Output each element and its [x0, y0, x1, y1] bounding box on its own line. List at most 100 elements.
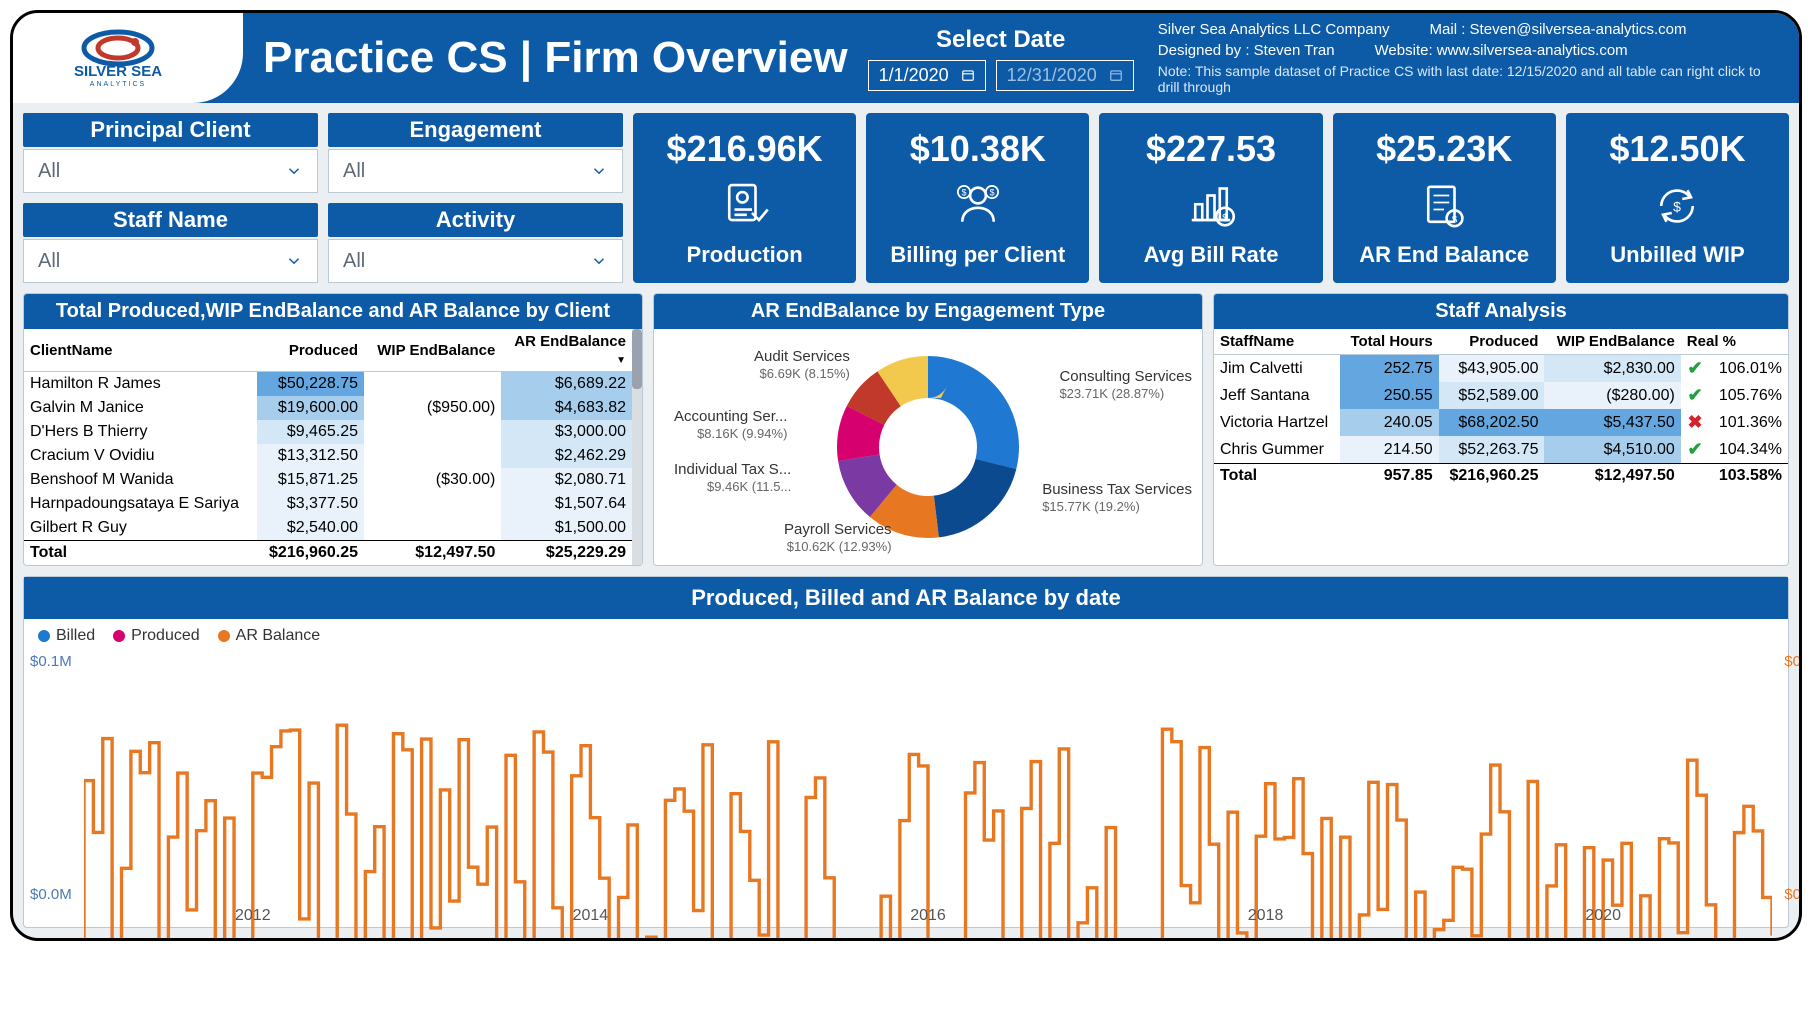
legend-billed: Billed [38, 627, 95, 645]
time-chart-legend: Billed Produced AR Balance [24, 619, 1788, 653]
donut-chart[interactable]: Consulting Services$23.71K (28.87%)Busin… [654, 329, 1202, 565]
cell-hours: 240.05 [1340, 409, 1439, 436]
col-clientname[interactable]: ClientName [24, 329, 257, 372]
col-produced[interactable]: Produced [1439, 329, 1545, 355]
cell-ar: $3,000.00 [501, 420, 632, 444]
calendar-icon [961, 68, 975, 82]
cell-real: 101.36% [1709, 409, 1788, 436]
table-row[interactable]: Gilbert R Guy$2,540.00 $1,500.00 [24, 516, 632, 541]
table-row[interactable]: Jim Calvetti252.75$43,905.00$2,830.00✔10… [1214, 355, 1788, 383]
cell-wip: $5,437.50 [1544, 409, 1680, 436]
cell-produced: $43,905.00 [1439, 355, 1545, 383]
client-table[interactable]: ClientName Produced WIP EndBalance AR En… [24, 329, 632, 565]
x-tick: 2020 [1585, 907, 1621, 925]
cell-name: Galvin M Janice [24, 396, 257, 420]
filter-activity: Activity All [328, 203, 623, 283]
kpi-label: Avg Bill Rate [1144, 242, 1279, 268]
col-real[interactable]: Real % [1681, 329, 1788, 355]
legend-ar: AR Balance [218, 627, 321, 645]
activity-select[interactable]: All [328, 239, 623, 283]
x-tick: 2014 [573, 907, 609, 925]
col-produced[interactable]: Produced [257, 329, 364, 372]
kpi-billing-per-client: $10.38K $$ Billing per Client [866, 113, 1089, 283]
table-row[interactable]: Cracium V Ovidiu$13,312.50$2,462.29 [24, 444, 632, 468]
date-end-input[interactable]: 12/31/2020 [996, 60, 1134, 91]
client-balance-panel: Total Produced,WIP EndBalance and AR Bal… [23, 293, 643, 566]
cell-produced: $52,589.00 [1439, 382, 1545, 409]
svg-text:$: $ [989, 188, 994, 198]
engagement-select[interactable]: All [328, 149, 623, 193]
cell-produced: $52,263.75 [1439, 436, 1545, 464]
cell-ar: $6,689.22 [501, 372, 632, 397]
check-icon: ✔ [1687, 439, 1702, 459]
filter-label: Engagement [328, 113, 623, 147]
cell-status: ✔ [1681, 436, 1709, 464]
cell-name: D'Hers B Thierry [24, 420, 257, 444]
total-label: Total [24, 541, 257, 566]
cell-name: Benshoof M Wanida [24, 468, 257, 492]
cell-wip: $4,510.00 [1544, 436, 1680, 464]
cell-ar: $2,080.71 [501, 468, 632, 492]
designer-label: Designed by : Steven Tran [1158, 42, 1335, 59]
cell-name: Gilbert R Guy [24, 516, 257, 541]
donut-panel: AR EndBalance by Engagement Type Consult… [653, 293, 1203, 566]
invoice-icon: $ [1416, 178, 1472, 234]
table-row[interactable]: Galvin M Janice$19,600.00($950.00)$4,683… [24, 396, 632, 420]
table-row[interactable]: Jeff Santana250.55$52,589.00($280.00)✔10… [1214, 382, 1788, 409]
donut-label: Accounting Ser...$8.16K (9.94%) [674, 409, 787, 442]
client-table-scrollbar[interactable] [632, 329, 642, 565]
staff-analysis-panel: Staff Analysis StaffName Total Hours Pro… [1213, 293, 1789, 566]
cell-name: Cracium V Ovidiu [24, 444, 257, 468]
kpi-label: Production [687, 242, 803, 268]
panel-title: Produced, Billed and AR Balance by date [24, 577, 1788, 619]
total-wip: $12,497.50 [364, 541, 501, 566]
principal-client-select[interactable]: All [23, 149, 318, 193]
cell-name: Jim Calvetti [1214, 355, 1340, 383]
kpi-label: Unbilled WIP [1610, 242, 1744, 268]
cell-wip [364, 492, 501, 516]
cell-name: Hamilton R James [24, 372, 257, 397]
person-money-icon: $$ [950, 178, 1006, 234]
filter-label: Activity [328, 203, 623, 237]
date-start-input[interactable]: 1/1/2020 [868, 60, 986, 91]
chevron-down-icon [285, 162, 303, 180]
cell-wip: ($30.00) [364, 468, 501, 492]
total-label: Total [1214, 464, 1340, 489]
col-hours[interactable]: Total Hours [1340, 329, 1439, 355]
staff-name-select[interactable]: All [23, 239, 318, 283]
x-tick: 2012 [235, 907, 271, 925]
table-row[interactable]: Harnpadoungsataya E Sariya$3,377.50$1,50… [24, 492, 632, 516]
cell-produced: $68,202.50 [1439, 409, 1545, 436]
dashboard: SILVER SEA ANALYTICS Practice CS | Firm … [10, 10, 1802, 941]
kpi-value: $227.53 [1146, 128, 1276, 170]
staff-table[interactable]: StaffName Total Hours Produced WIP EndBa… [1214, 329, 1788, 488]
total-hours: 957.85 [1340, 464, 1439, 489]
select-value: All [343, 250, 365, 273]
cell-produced: $19,600.00 [257, 396, 364, 420]
filters-grid: Principal Client All Engagement All Staf… [23, 113, 623, 283]
col-ar[interactable]: AR EndBalance▼ [501, 329, 632, 372]
total-real: 103.58% [1709, 464, 1788, 489]
ar-balance-line [84, 653, 1772, 941]
table-row[interactable]: Chris Gummer214.50$52,263.75$4,510.00✔10… [1214, 436, 1788, 464]
cell-wip: ($950.00) [364, 396, 501, 420]
page-title: Practice CS | Firm Overview [263, 13, 848, 103]
cell-produced: $2,540.00 [257, 516, 364, 541]
table-row[interactable]: Hamilton R James$50,228.75$6,689.22 [24, 372, 632, 397]
col-wip[interactable]: WIP EndBalance [1544, 329, 1680, 355]
donut-label: Audit Services$6.69K (8.15%) [754, 349, 850, 382]
svg-text:$: $ [961, 188, 966, 198]
table-row[interactable]: D'Hers B Thierry$9,465.25$3,000.00 [24, 420, 632, 444]
svg-text:SILVER SEA: SILVER SEA [74, 63, 162, 80]
table-row[interactable]: Benshoof M Wanida$15,871.25($30.00)$2,08… [24, 468, 632, 492]
cell-wip: $2,830.00 [1544, 355, 1680, 383]
date-start-value: 1/1/2020 [879, 65, 949, 86]
cell-ar: $1,500.00 [501, 516, 632, 541]
cell-name: Harnpadoungsataya E Sariya [24, 492, 257, 516]
donut-label: Individual Tax S...$9.46K (11.5... [674, 462, 791, 495]
table-row[interactable]: Victoria Hartzel240.05$68,202.50$5,437.5… [1214, 409, 1788, 436]
svg-text:$: $ [1674, 198, 1682, 214]
time-chart[interactable]: $0.1M $0.0M $0.1M $0.0M 2012201420162018… [84, 653, 1772, 903]
col-staffname[interactable]: StaffName [1214, 329, 1340, 355]
col-wip[interactable]: WIP EndBalance [364, 329, 501, 372]
